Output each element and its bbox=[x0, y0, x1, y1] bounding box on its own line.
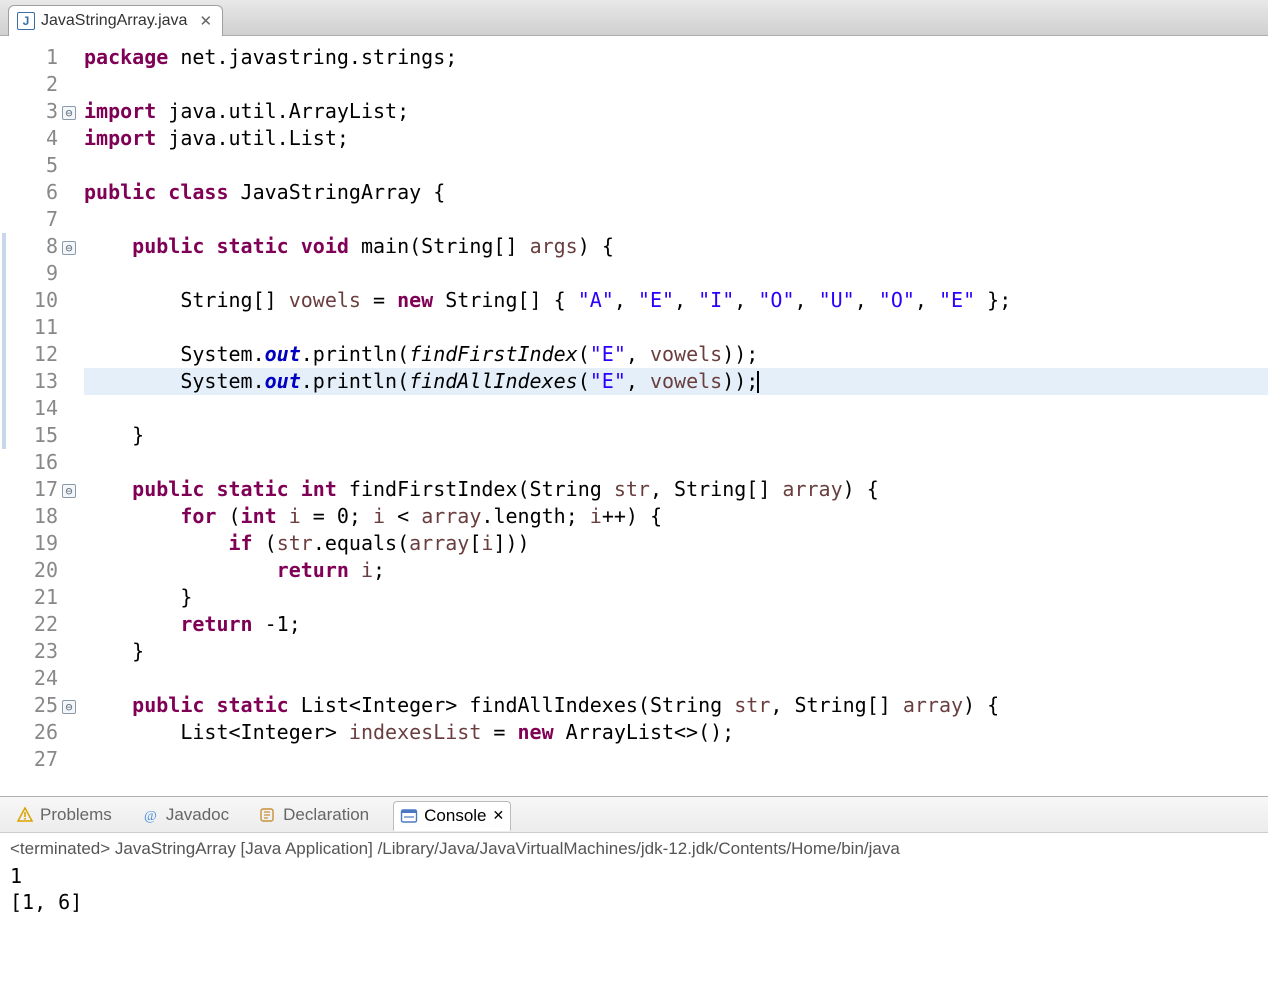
code-line[interactable]: import java.util.List; bbox=[84, 125, 1268, 152]
views-tab-bar: Problems @ Javadoc Declaration Console ✕ bbox=[0, 797, 1268, 833]
line-number: 23 bbox=[8, 638, 58, 665]
console-line: [1, 6] bbox=[10, 889, 1258, 915]
line-number: 9 bbox=[8, 260, 58, 287]
code-line[interactable]: List<Integer> indexesList = new ArrayLis… bbox=[84, 719, 1268, 746]
code-line[interactable]: import java.util.ArrayList; bbox=[84, 98, 1268, 125]
declaration-icon bbox=[259, 806, 277, 824]
line-number: 21 bbox=[8, 584, 58, 611]
code-line[interactable]: public static List<Integer> findAllIndex… bbox=[84, 692, 1268, 719]
code-line[interactable]: System.out.println(findFirstIndex("E", v… bbox=[84, 341, 1268, 368]
line-number: 25 bbox=[8, 692, 58, 719]
tab-label: Console bbox=[424, 806, 486, 826]
line-number: 20 bbox=[8, 557, 58, 584]
code-line[interactable]: } bbox=[84, 638, 1268, 665]
line-number: 13 bbox=[8, 368, 58, 395]
fold-toggle[interactable]: ⊖ bbox=[62, 484, 76, 498]
line-number: 8 bbox=[8, 233, 58, 260]
line-number: 12 bbox=[8, 341, 58, 368]
tab-label: Javadoc bbox=[166, 805, 229, 825]
line-number: 10 bbox=[8, 287, 58, 314]
line-number: 5 bbox=[8, 152, 58, 179]
code-line[interactable]: return i; bbox=[84, 557, 1268, 584]
tab-javadoc[interactable]: @ Javadoc bbox=[136, 801, 235, 829]
code-line[interactable] bbox=[84, 152, 1268, 179]
line-number: 19 bbox=[8, 530, 58, 557]
line-number: 24 bbox=[8, 665, 58, 692]
line-number: 3 bbox=[8, 98, 58, 125]
code-line[interactable] bbox=[84, 665, 1268, 692]
change-ruler bbox=[0, 36, 8, 796]
line-number: 11 bbox=[8, 314, 58, 341]
code-line[interactable] bbox=[84, 260, 1268, 287]
line-number: 2 bbox=[8, 71, 58, 98]
console-output[interactable]: 1[1, 6] bbox=[0, 861, 1268, 917]
bottom-panel: Problems @ Javadoc Declaration Console ✕… bbox=[0, 796, 1268, 917]
code-editor[interactable]: 1234567891011121314151617181920212223242… bbox=[0, 36, 1268, 796]
code-line[interactable]: System.out.println(findAllIndexes("E", v… bbox=[84, 368, 1268, 395]
code-content[interactable]: package net.javastring.strings; import ja… bbox=[78, 36, 1268, 796]
code-line[interactable] bbox=[84, 314, 1268, 341]
line-number: 26 bbox=[8, 719, 58, 746]
editor-tab[interactable]: J JavaStringArray.java ✕ bbox=[8, 5, 223, 36]
line-number: 1 bbox=[8, 44, 58, 71]
line-number: 18 bbox=[8, 503, 58, 530]
code-line[interactable]: } bbox=[84, 422, 1268, 449]
tab-filename: JavaStringArray.java bbox=[41, 12, 187, 30]
fold-toggle[interactable]: ⊖ bbox=[62, 106, 76, 120]
code-line[interactable]: String[] vowels = new String[] { "A", "E… bbox=[84, 287, 1268, 314]
line-number: 27 bbox=[8, 746, 58, 773]
close-icon[interactable]: ✕ bbox=[493, 807, 505, 824]
line-number: 4 bbox=[8, 125, 58, 152]
line-number-gutter: 1234567891011121314151617181920212223242… bbox=[8, 36, 60, 796]
console-status: <terminated> JavaStringArray [Java Appli… bbox=[0, 833, 1268, 861]
line-number: 7 bbox=[8, 206, 58, 233]
javadoc-icon: @ bbox=[142, 806, 160, 824]
problems-icon bbox=[16, 806, 34, 824]
line-number: 14 bbox=[8, 395, 58, 422]
code-line[interactable]: public static void main(String[] args) { bbox=[84, 233, 1268, 260]
java-file-icon: J bbox=[17, 12, 35, 30]
fold-toggle[interactable]: ⊖ bbox=[62, 241, 76, 255]
code-line[interactable] bbox=[84, 449, 1268, 476]
tab-label: Declaration bbox=[283, 805, 369, 825]
close-icon[interactable]: ✕ bbox=[199, 12, 212, 30]
code-line[interactable]: return -1; bbox=[84, 611, 1268, 638]
code-line[interactable]: public static int findFirstIndex(String … bbox=[84, 476, 1268, 503]
code-line[interactable] bbox=[84, 71, 1268, 98]
tab-declaration[interactable]: Declaration bbox=[253, 801, 375, 829]
text-cursor bbox=[757, 371, 759, 393]
code-line[interactable]: public class JavaStringArray { bbox=[84, 179, 1268, 206]
code-line[interactable]: } bbox=[84, 584, 1268, 611]
tab-console[interactable]: Console ✕ bbox=[393, 801, 511, 831]
line-number: 22 bbox=[8, 611, 58, 638]
line-number: 16 bbox=[8, 449, 58, 476]
code-line[interactable]: if (str.equals(array[i])) bbox=[84, 530, 1268, 557]
line-number: 15 bbox=[8, 422, 58, 449]
code-line[interactable]: package net.javastring.strings; bbox=[84, 44, 1268, 71]
fold-toggle[interactable]: ⊖ bbox=[62, 700, 76, 714]
line-number: 6 bbox=[8, 179, 58, 206]
tab-problems[interactable]: Problems bbox=[10, 801, 118, 829]
tab-label: Problems bbox=[40, 805, 112, 825]
code-line[interactable] bbox=[84, 746, 1268, 773]
editor-tab-bar: J JavaStringArray.java ✕ bbox=[0, 0, 1268, 36]
console-line: 1 bbox=[10, 863, 1258, 889]
code-line[interactable] bbox=[84, 206, 1268, 233]
line-number: 17 bbox=[8, 476, 58, 503]
code-line[interactable] bbox=[84, 395, 1268, 422]
fold-column: ⊖ ⊖ ⊖ ⊖ bbox=[60, 36, 78, 796]
svg-text:@: @ bbox=[144, 809, 157, 824]
console-icon bbox=[400, 807, 418, 825]
code-line[interactable]: for (int i = 0; i < array.length; i++) { bbox=[84, 503, 1268, 530]
